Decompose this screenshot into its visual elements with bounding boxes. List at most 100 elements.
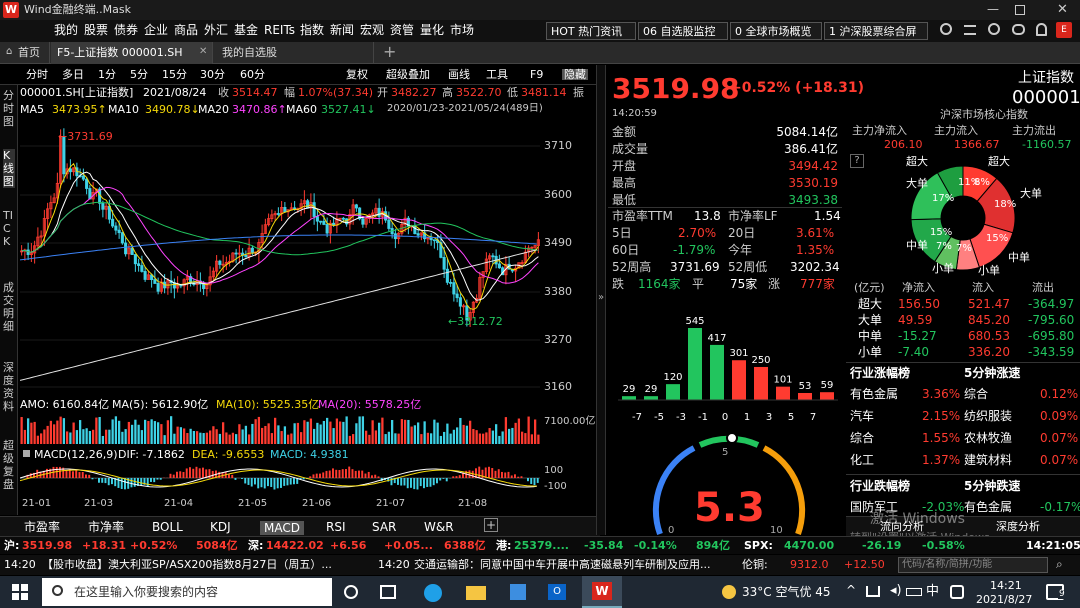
industry-name[interactable]: 纺织服装 [964, 410, 1012, 422]
news-headline[interactable]: 【股市收盘】澳大利亚SP/ASX200指数8月27日（周五）... [42, 559, 332, 570]
tool-button[interactable]: 画线 [448, 69, 470, 80]
close-button[interactable]: ✕ [1057, 3, 1068, 16]
kline-chart[interactable] [20, 120, 540, 400]
tab-index[interactable]: F5-上证指数 000001.SH ✕ [51, 42, 213, 64]
maximize-button[interactable] [1015, 5, 1025, 15]
quick-button[interactable]: 0 全球市场概览 [730, 22, 822, 40]
period-tab[interactable]: 分时 [26, 69, 48, 80]
side-tab[interactable]: 成交明细 [3, 281, 15, 333]
quick-button[interactable]: 1 沪深股票综合屏 [824, 22, 928, 40]
minimize-button[interactable]: — [987, 3, 999, 15]
network-icon[interactable] [866, 586, 880, 597]
windows-start-icon[interactable] [12, 584, 28, 600]
menu-item[interactable]: 基金 [234, 24, 258, 36]
side-tab[interactable]: TICK [3, 209, 15, 248]
menu-item[interactable]: 我的 [54, 24, 78, 36]
tool-button[interactable]: 隐藏 [562, 69, 588, 80]
input-method-icon[interactable] [950, 585, 964, 599]
menu-item[interactable]: 宏观 [360, 24, 384, 36]
period-tab[interactable]: 1分 [98, 69, 116, 80]
indicator-tab[interactable]: W&R [424, 521, 454, 533]
edge-icon[interactable] [424, 584, 442, 602]
divider [846, 362, 1080, 363]
industry-name[interactable]: 建筑材料 [964, 454, 1012, 466]
add-indicator-icon[interactable]: + [484, 518, 498, 532]
industry-name[interactable]: 综合 [850, 432, 874, 444]
quick-button[interactable]: HOT 热门资讯 [546, 22, 636, 40]
industry-name[interactable]: 汽车 [850, 410, 874, 422]
clock-time[interactable]: 14:21 [990, 580, 1022, 591]
menu-item[interactable]: 新闻 [330, 24, 354, 36]
tab-depth-analysis[interactable]: 深度分析 [996, 521, 1040, 532]
store-icon[interactable] [510, 584, 526, 600]
tool-button[interactable]: 超级叠加 [386, 69, 430, 80]
indicator-tab[interactable]: 市净率 [88, 521, 124, 533]
period-tab[interactable]: 60分 [240, 69, 265, 80]
indicator-tab[interactable]: KDJ [210, 521, 231, 533]
side-tab[interactable]: 深度资料 [3, 361, 15, 413]
outlook-icon[interactable]: O [548, 584, 566, 600]
indicator-tab[interactable]: SAR [372, 521, 396, 533]
menu-item[interactable]: 企业 [144, 24, 168, 36]
close-icon[interactable]: ✕ [199, 47, 207, 57]
panel-divider[interactable]: » [596, 65, 606, 535]
tool-button[interactable]: F9 [530, 69, 543, 80]
industry-name[interactable]: 有色金属 [964, 501, 1012, 513]
side-tab[interactable]: K线图 [3, 149, 15, 188]
d5-label: 5日 [612, 226, 632, 240]
menu-icon[interactable] [964, 25, 976, 35]
tab-watchlist[interactable]: 我的自选股 [214, 42, 374, 64]
taskbar-search-box[interactable]: 在这里输入你要搜索的内容 [42, 578, 332, 606]
tool-button[interactable]: 工具 [486, 69, 508, 80]
search-icon[interactable]: ⌕ [1056, 558, 1063, 570]
period-tab[interactable]: 5分 [130, 69, 148, 80]
macd-bar [488, 466, 490, 478]
code-search-input[interactable]: 代码/名称/简拼/功能 [898, 557, 1048, 573]
menu-item[interactable]: 外汇 [204, 24, 228, 36]
cortana-icon[interactable] [344, 585, 358, 599]
indicator-tab[interactable]: BOLL [152, 521, 183, 533]
menu-item[interactable]: 市场 [450, 24, 474, 36]
indicator-tab[interactable]: RSI [326, 521, 346, 533]
chat-icon[interactable] [1012, 24, 1025, 35]
ime-indicator[interactable]: 中 [926, 585, 939, 598]
weather-text[interactable]: 33°C 空气优 45 [742, 586, 831, 598]
menu-item[interactable]: 商品 [174, 24, 198, 36]
quick-button[interactable]: 06 自选股监控 [638, 22, 728, 40]
tray-arrow-icon[interactable]: ^ [846, 584, 856, 596]
close-value: 3514.47 [232, 86, 278, 99]
macd-bar [514, 474, 516, 478]
menu-item[interactable]: 股票 [84, 24, 108, 36]
tool-button[interactable]: 复权 [346, 69, 368, 80]
tab-home[interactable]: ⌂ 首页 [0, 42, 50, 64]
industry-name[interactable]: 综合 [964, 388, 988, 400]
search-icon[interactable] [940, 23, 952, 35]
bell-icon[interactable] [1036, 23, 1047, 36]
user-icon[interactable] [988, 23, 1000, 35]
menu-item[interactable]: REITs [264, 24, 295, 36]
side-tab[interactable]: 超级复盘 [3, 439, 15, 491]
menu-item[interactable]: 资管 [390, 24, 414, 36]
volume-icon[interactable]: ◂) [890, 584, 902, 597]
battery-icon[interactable] [906, 588, 922, 596]
menu-item[interactable]: 指数 [300, 24, 324, 36]
industry-name[interactable]: 农林牧渔 [964, 432, 1012, 444]
menu-item[interactable]: 债券 [114, 24, 138, 36]
period-tab[interactable]: 多日 [62, 69, 84, 80]
industry-name[interactable]: 有色金属 [850, 388, 898, 400]
clock-date[interactable]: 2021/8/27 [976, 594, 1032, 605]
side-tab[interactable]: 分时图 [3, 89, 15, 128]
indicator-tab[interactable]: 市盈率 [24, 521, 60, 533]
period-tab[interactable]: 30分 [200, 69, 225, 80]
calendar-icon[interactable]: E [1056, 22, 1072, 38]
industry-name[interactable]: 化工 [850, 454, 874, 466]
news-headline[interactable]: 交通运输部：同意中国中车开展中高速磁悬列车研制及应用... [414, 559, 711, 570]
file-explorer-icon[interactable] [466, 586, 486, 600]
wind-taskbar-item[interactable]: W [582, 576, 622, 608]
add-tab-icon[interactable]: + [383, 44, 396, 60]
indicator-tab[interactable]: MACD [260, 521, 304, 535]
collapse-icon[interactable]: » [598, 293, 604, 303]
menu-item[interactable]: 量化 [420, 24, 444, 36]
task-view-icon[interactable] [380, 585, 396, 599]
period-tab[interactable]: 15分 [162, 69, 187, 80]
